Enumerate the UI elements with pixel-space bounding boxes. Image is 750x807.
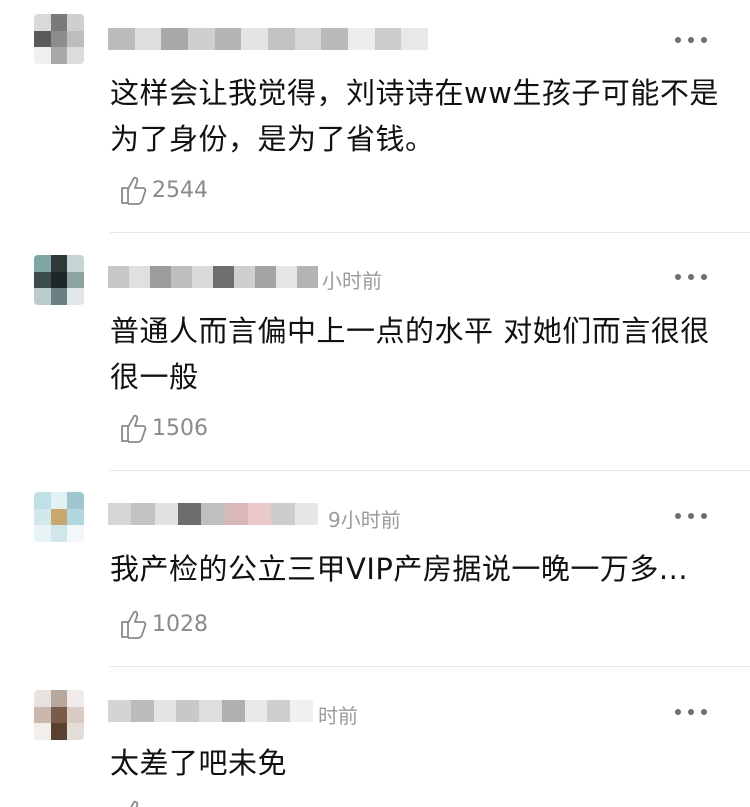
- comment-time: 时前: [318, 704, 358, 728]
- like-button[interactable]: 1506: [120, 412, 208, 444]
- like-count: 2544: [152, 177, 208, 203]
- username-blurred[interactable]: [108, 266, 318, 288]
- thumbs-up-icon: [121, 414, 147, 443]
- more-options-icon[interactable]: [675, 511, 707, 521]
- username-blurred[interactable]: [108, 503, 318, 525]
- like-count: 1028: [152, 611, 208, 637]
- comment-time: 小时前: [322, 269, 382, 293]
- avatar[interactable]: [34, 492, 84, 542]
- thumbs-up-icon: [121, 610, 147, 639]
- thumbs-up-icon: [130, 800, 139, 807]
- more-options-icon[interactable]: [675, 272, 707, 282]
- avatar[interactable]: [34, 690, 84, 740]
- more-options-icon[interactable]: [675, 707, 707, 717]
- avatar[interactable]: [34, 255, 84, 305]
- divider: [110, 470, 750, 471]
- username-blurred[interactable]: [108, 700, 313, 722]
- avatar[interactable]: [34, 14, 84, 64]
- divider: [110, 666, 750, 667]
- like-button[interactable]: [120, 798, 152, 807]
- comment-feed: 这样会让我觉得，刘诗诗在ww生孩子可能不是为了身份，是为了省钱。 2544 小时…: [0, 0, 750, 807]
- like-button[interactable]: 2544: [120, 174, 208, 206]
- comment-text: 这样会让我觉得，刘诗诗在ww生孩子可能不是为了身份，是为了省钱。: [110, 76, 719, 156]
- comment-text: 我产检的公立三甲VIP产房据说一晚一万多...: [110, 552, 689, 586]
- comment-time: 9小时前: [328, 508, 401, 532]
- thumbs-up-icon: [121, 176, 147, 205]
- username-blurred[interactable]: [108, 28, 428, 50]
- more-options-icon[interactable]: [675, 35, 707, 45]
- like-button[interactable]: 1028: [120, 608, 208, 640]
- like-count: 1506: [152, 415, 208, 441]
- divider: [110, 232, 750, 233]
- comment-text: 普通人而言偏中上一点的水平 对她们而言很很很一般: [110, 314, 710, 394]
- comment-text: 太差了吧未免: [110, 746, 288, 780]
